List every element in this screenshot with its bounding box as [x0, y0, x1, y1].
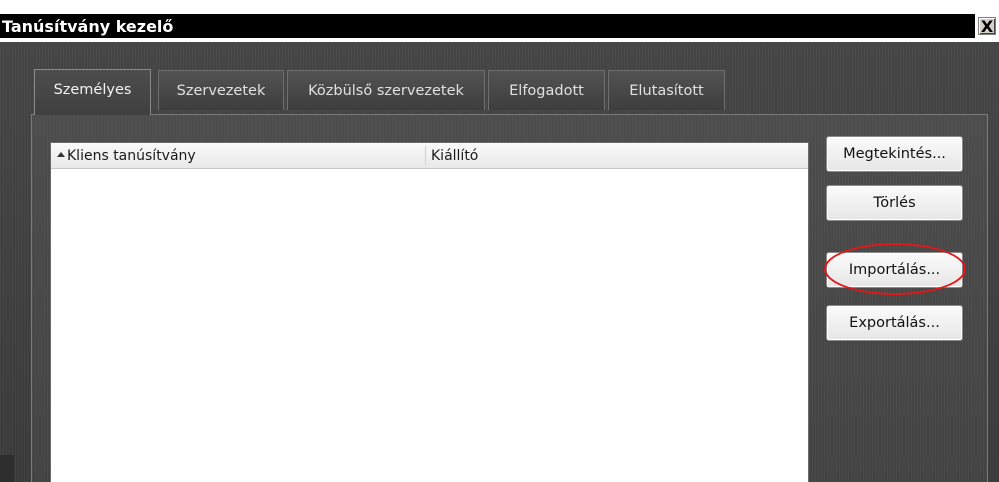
- close-icon: X: [980, 17, 994, 36]
- tab-label: Elutasított: [629, 83, 704, 99]
- tab-label: Közbülső szervezetek: [308, 83, 464, 99]
- column-label: Kiállító: [431, 148, 479, 164]
- window-title: Tanúsítvány kezelő: [2, 17, 174, 36]
- column-header-client-certificate[interactable]: Kliens tanúsítvány: [57, 143, 425, 168]
- column-separator[interactable]: [425, 146, 426, 165]
- tab-rejected[interactable]: Elutasított: [608, 70, 725, 110]
- tab-accepted[interactable]: Elfogadott: [488, 70, 605, 110]
- list-header: Kliens tanúsítvány Kiállító: [51, 143, 808, 169]
- tab-personal[interactable]: Személyes: [34, 69, 151, 115]
- tab-label: Személyes: [53, 82, 132, 98]
- button-label: Megtekintés...: [843, 146, 946, 162]
- title-bar: Tanúsítvány kezelő X: [0, 0, 999, 42]
- sort-ascending-icon: [57, 152, 65, 157]
- button-label: Importálás...: [848, 262, 941, 278]
- certificate-list[interactable]: Kliens tanúsítvány Kiállító: [50, 142, 809, 482]
- button-label: Exportálás...: [849, 315, 940, 331]
- window-edge: [0, 455, 14, 482]
- button-label: Törlés: [873, 195, 916, 211]
- export-button[interactable]: Exportálás...: [826, 305, 963, 341]
- view-button[interactable]: Megtekintés...: [826, 136, 963, 172]
- column-header-issuer[interactable]: Kiállító: [431, 143, 801, 168]
- certificate-manager-window: Tanúsítvány kezelő X Személyes Szervezet…: [0, 0, 999, 482]
- tab-intermediate-organizations[interactable]: Közbülső szervezetek: [287, 70, 485, 110]
- tab-label: Elfogadott: [509, 83, 584, 99]
- import-button[interactable]: Importálás...: [826, 252, 963, 288]
- column-label: Kliens tanúsítvány: [67, 148, 196, 164]
- tab-label: Szervezetek: [176, 83, 266, 99]
- close-button[interactable]: X: [978, 17, 996, 35]
- delete-button[interactable]: Törlés: [826, 185, 963, 221]
- tab-organizations[interactable]: Szervezetek: [158, 70, 284, 110]
